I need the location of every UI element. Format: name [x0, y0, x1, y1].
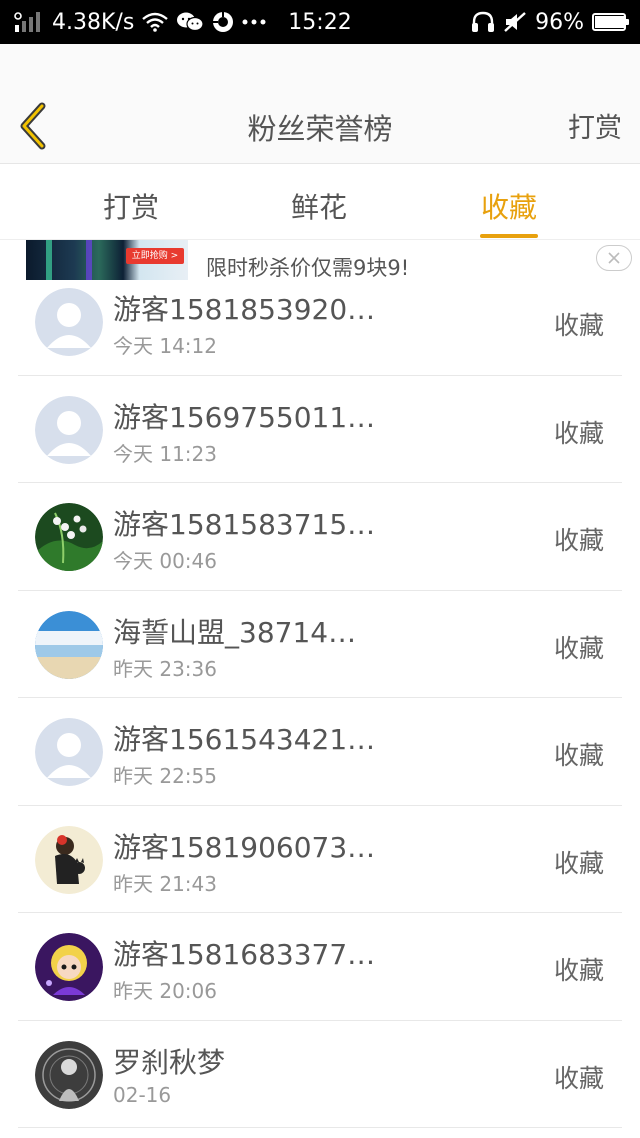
favorite-label: 收藏: [553, 741, 604, 770]
timestamp: 昨天 22:55: [113, 764, 217, 788]
favorite-label: 收藏: [553, 956, 604, 985]
app-icon: [212, 11, 234, 33]
list-item[interactable]: 游客1581906073… 昨天 21:43 收藏: [18, 806, 622, 913]
network-speed: 4.38K/s: [52, 9, 135, 35]
user-name: 游客1581906073…: [113, 830, 376, 864]
user-name: 游客1561543421…: [113, 723, 376, 756]
user-name: 海誓山盟_38714…: [113, 615, 357, 649]
close-icon: [608, 252, 620, 264]
tab-reward[interactable]: 打赏: [103, 186, 159, 226]
user-name: 游客1581683377…: [113, 938, 376, 971]
mute-icon: [503, 11, 527, 33]
wechat-icon: [176, 11, 204, 33]
avatar[interactable]: [35, 610, 103, 679]
reward-button[interactable]: 打赏: [568, 106, 622, 145]
user-name: 游客1569755011…: [113, 400, 376, 434]
timestamp: 今天 00:46: [113, 549, 217, 573]
favorite-label: 收藏: [553, 311, 604, 340]
timestamp: 今天 11:23: [113, 441, 217, 466]
signal-icon: [14, 11, 44, 33]
avatar[interactable]: [35, 718, 103, 786]
favorite-label: 收藏: [553, 526, 604, 555]
timestamp: 昨天 23:36: [113, 656, 217, 681]
ad-cta[interactable]: 立即抢购 >: [126, 248, 184, 264]
status-left: 4.38K/s: [14, 10, 266, 35]
list-item[interactable]: 海誓山盟_38714… 昨天 23:36 收藏: [18, 591, 622, 698]
tab-bar: 打赏 鲜花 收藏: [0, 164, 640, 240]
page-title: 粉丝荣誉榜: [247, 112, 393, 146]
avatar[interactable]: [35, 933, 103, 1001]
battery-percent: 96%: [535, 9, 584, 35]
wifi-icon: [142, 12, 169, 32]
battery-icon: [592, 13, 629, 31]
favorite-label: 收藏: [553, 633, 604, 663]
timestamp: 昨天 20:06: [113, 979, 217, 1003]
user-name: 游客1581853920…: [113, 293, 376, 326]
favorite-label: 收藏: [553, 848, 604, 878]
list-item[interactable]: 游客1561543421… 昨天 22:55 收藏: [18, 698, 622, 806]
header: 粉丝荣誉榜 打赏: [0, 44, 640, 164]
list-item[interactable]: 罗刹秋梦 02-16 收藏: [18, 1021, 622, 1128]
tab-flowers[interactable]: 鲜花: [291, 186, 347, 226]
avatar[interactable]: [35, 395, 103, 464]
list-item[interactable]: 游客1581683377… 昨天 20:06 收藏: [18, 913, 622, 1021]
avatar[interactable]: [35, 825, 103, 894]
fan-list: 游客1581853920… 今天 14:12 收藏 游客1569755011… …: [0, 268, 640, 1128]
avatar[interactable]: [35, 503, 103, 571]
list-item[interactable]: 游客1581583715… 今天 00:46 收藏: [18, 483, 622, 591]
battery-fill: [595, 16, 624, 28]
user-name: 游客1581583715…: [113, 508, 376, 541]
status-bar: 4.38K/s 15:22 96%: [0, 0, 640, 44]
timestamp: 02-16: [113, 1082, 172, 1107]
timestamp: 昨天 21:43: [113, 871, 217, 896]
user-name: 罗刹秋梦: [113, 1045, 226, 1079]
tab-favorites[interactable]: 收藏: [481, 186, 537, 226]
avatar[interactable]: [35, 1040, 103, 1109]
avatar[interactable]: [35, 288, 103, 356]
status-right: 96%: [471, 9, 629, 35]
list-item[interactable]: 游客1581853920… 今天 14:12 收藏: [18, 268, 622, 376]
more-icon: [242, 18, 266, 26]
timestamp: 今天 14:12: [113, 334, 217, 358]
headset-icon: [471, 11, 495, 33]
list-item[interactable]: 游客1569755011… 今天 11:23 收藏: [18, 376, 622, 483]
favorite-label: 收藏: [553, 418, 604, 448]
favorite-label: 收藏: [553, 1063, 604, 1093]
active-tab-indicator: [480, 234, 538, 238]
